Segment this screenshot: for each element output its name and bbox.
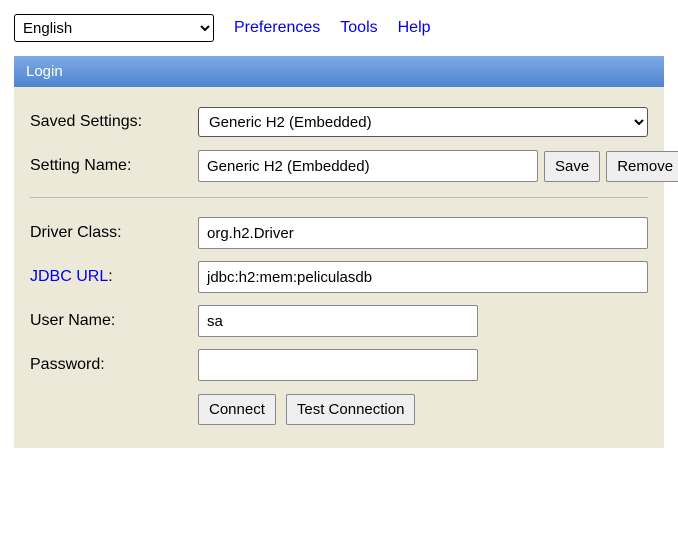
setting-name-input[interactable] — [198, 150, 538, 182]
jdbc-url-input[interactable] — [198, 261, 648, 293]
password-input[interactable] — [198, 349, 478, 381]
row-actions: Connect Test Connection — [30, 392, 648, 426]
jdbc-url-colon: : — [108, 268, 112, 285]
row-driver-class: Driver Class: — [30, 216, 648, 250]
panel-body: Saved Settings: Generic H2 (Embedded) Se… — [14, 87, 664, 448]
tools-link[interactable]: Tools — [340, 19, 377, 37]
test-connection-button[interactable]: Test Connection — [286, 394, 416, 425]
label-setting-name: Setting Name: — [30, 157, 190, 175]
help-link[interactable]: Help — [398, 19, 431, 37]
row-user-name: User Name: — [30, 304, 648, 338]
top-bar: English Preferences Tools Help — [14, 14, 664, 42]
label-jdbc-url: JDBC URL: — [30, 268, 190, 286]
preferences-link[interactable]: Preferences — [234, 19, 320, 37]
row-password: Password: — [30, 348, 648, 382]
save-button[interactable]: Save — [544, 151, 600, 182]
login-panel: Login Saved Settings: Generic H2 (Embedd… — [14, 56, 664, 448]
driver-class-input[interactable] — [198, 217, 648, 249]
language-select[interactable]: English — [14, 14, 214, 42]
separator — [30, 197, 648, 198]
row-setting-name: Setting Name: Save Remove — [30, 149, 648, 183]
label-driver-class: Driver Class: — [30, 224, 190, 242]
connect-button[interactable]: Connect — [198, 394, 276, 425]
label-user-name: User Name: — [30, 312, 190, 330]
label-saved-settings: Saved Settings: — [30, 113, 190, 131]
panel-title: Login — [14, 56, 664, 87]
saved-settings-select[interactable]: Generic H2 (Embedded) — [198, 107, 648, 137]
user-name-input[interactable] — [198, 305, 478, 337]
row-saved-settings: Saved Settings: Generic H2 (Embedded) — [30, 105, 648, 139]
jdbc-url-link[interactable]: JDBC URL — [30, 268, 108, 285]
remove-button[interactable]: Remove — [606, 151, 678, 182]
row-jdbc-url: JDBC URL: — [30, 260, 648, 294]
label-password: Password: — [30, 356, 190, 374]
